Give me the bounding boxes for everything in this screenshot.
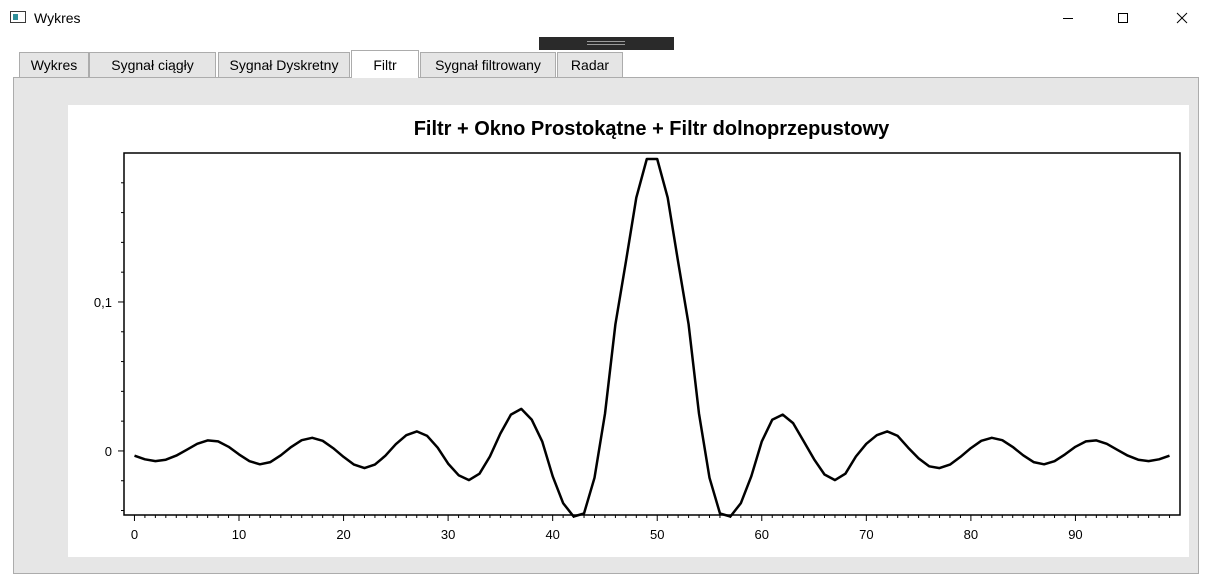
x-tick-label: 40 (545, 527, 559, 542)
plot-frame (123, 152, 1181, 516)
x-tick-label: 0 (131, 527, 138, 542)
line-chart: 0 10 20 30 40 50 60 70 80 90 0 0,1 (94, 152, 1181, 542)
x-tick-label: 10 (232, 527, 246, 542)
y-tick-label: 0 (105, 444, 112, 459)
x-tick-label: 90 (1068, 527, 1082, 542)
x-tick-label: 50 (650, 527, 664, 542)
tab-filtr[interactable]: Filtr (351, 50, 419, 78)
series-line (134, 157, 1170, 518)
x-tick-label: 60 (755, 527, 769, 542)
x-tick-label: 20 (336, 527, 350, 542)
x-tick-label: 70 (859, 527, 873, 542)
y-tick-label: 0,1 (94, 295, 112, 310)
x-tick-label: 80 (964, 527, 978, 542)
x-tick-label: 30 (441, 527, 455, 542)
